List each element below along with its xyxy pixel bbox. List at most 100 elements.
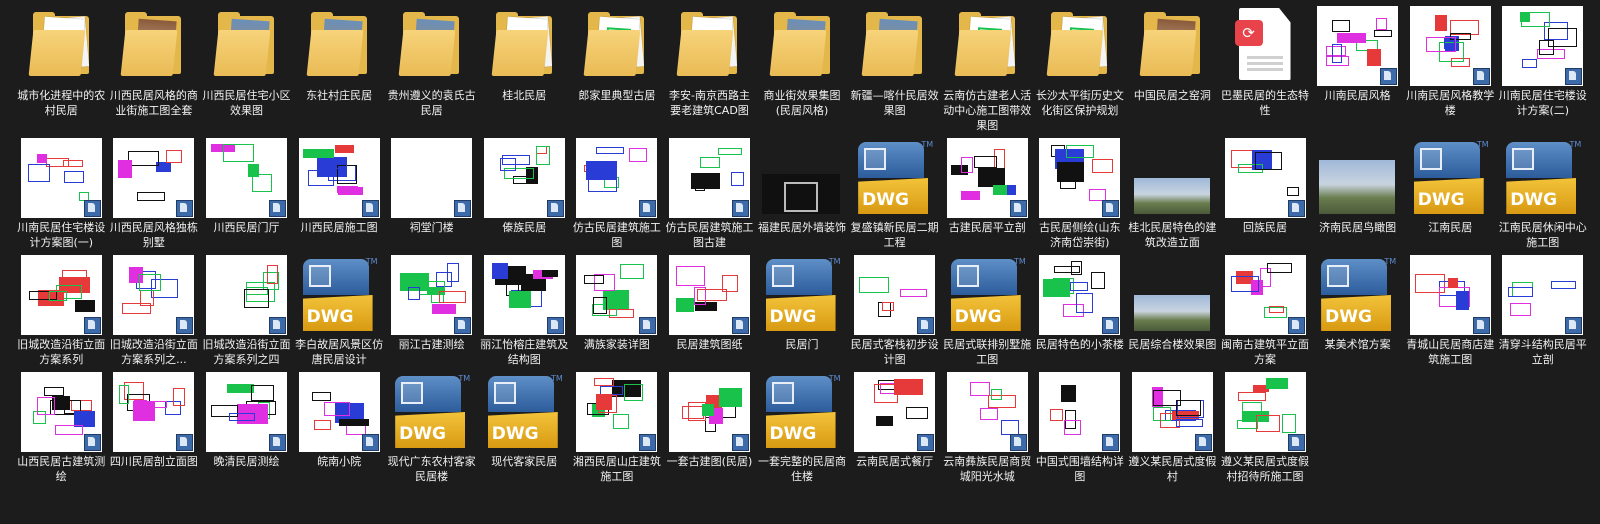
- file-item[interactable]: DWG TM 民居式联排别墅施工图: [941, 255, 1034, 372]
- file-item[interactable]: 川南民居住宅楼设计方案(二): [1497, 6, 1590, 138]
- file-item[interactable]: 四川民居剖立面图: [108, 372, 201, 510]
- file-item[interactable]: 川西民居住宅小区效果图: [200, 6, 293, 138]
- file-item[interactable]: DWG TM 江南民居休闲中心施工图: [1497, 138, 1590, 255]
- file-item[interactable]: 川南民居风格教学楼: [1404, 6, 1497, 138]
- drawing-mark: [1241, 402, 1262, 416]
- file-item[interactable]: 遵义某民居式度假村: [1126, 372, 1219, 510]
- cad-thumbnail: [391, 138, 473, 218]
- file-item[interactable]: DWG TM 现代广东农村客家民居楼: [385, 372, 478, 510]
- drawing-mark: [1266, 263, 1292, 273]
- image-thumbnail: [761, 138, 843, 218]
- drawing-mark: [584, 275, 605, 284]
- file-item[interactable]: 长沙太平街历史文化街区保护规划: [1034, 6, 1127, 138]
- file-item[interactable]: 闽南古建筑平立面方案: [1219, 255, 1312, 372]
- file-item[interactable]: 回族民居: [1219, 138, 1312, 255]
- file-item[interactable]: 丽江怡榕庄建筑及结构图: [478, 255, 571, 372]
- file-name: 清穿斗结构民居平立剖: [1498, 338, 1587, 366]
- file-item[interactable]: 商业街效果集图(民居风格): [756, 6, 849, 138]
- file-item[interactable]: 川南民居风格: [1311, 6, 1404, 138]
- file-item[interactable]: 湘西民居山庄建筑施工图: [571, 372, 664, 510]
- file-item[interactable]: 丽江古建测绘: [385, 255, 478, 372]
- file-item[interactable]: 满族家装详图: [571, 255, 664, 372]
- cad-thumbnail: [1409, 255, 1491, 335]
- file-item[interactable]: 仿古民居建筑施工图古建: [663, 138, 756, 255]
- file-type-badge-icon: [268, 200, 286, 217]
- file-type-badge-icon: [361, 434, 379, 451]
- file-name: 郎家里典型古居: [578, 89, 656, 102]
- file-item[interactable]: DWG TM 某美术馆方案: [1311, 255, 1404, 372]
- file-item[interactable]: 一套古建图(民居): [663, 372, 756, 510]
- file-item[interactable]: 云南民居式餐厅: [848, 372, 941, 510]
- file-item[interactable]: 清穿斗结构民居平立剖: [1497, 255, 1590, 372]
- file-item[interactable]: DWG TM 李白故居风景区仿唐民居设计: [293, 255, 386, 372]
- file-item[interactable]: DWG TM 一套完整的民居商住楼: [756, 372, 849, 510]
- file-item[interactable]: 祠堂门楼: [385, 138, 478, 255]
- drawing-mark: [173, 388, 186, 406]
- file-item[interactable]: 桂北民居: [478, 6, 571, 138]
- file-name: 古建民居平立剖: [948, 221, 1026, 234]
- file-item[interactable]: 旧城改造沿街立面方案系列之...: [108, 255, 201, 372]
- file-item[interactable]: 川西民居风格的商业街施工图全套: [108, 6, 201, 138]
- file-name: 福建民居外墙装饰: [758, 221, 847, 234]
- file-item[interactable]: DWG TM 复盛镇新民居二期工程: [848, 138, 941, 255]
- file-item[interactable]: 济南民居鸟瞰图: [1311, 138, 1404, 255]
- file-name: 旧城改造沿街立面方案系列之四: [202, 338, 291, 366]
- dwg-tm-text: TM: [828, 257, 841, 266]
- file-item[interactable]: 贵州遵义的袁氏古民居: [385, 6, 478, 138]
- file-item[interactable]: 旧城改造沿街立面方案系列之四: [200, 255, 293, 372]
- folder-icon: [484, 6, 565, 86]
- file-name: 民居式联排别墅施工图: [943, 338, 1032, 366]
- file-item[interactable]: 古民居侧绘(山东济南岱崇街): [1034, 138, 1127, 255]
- file-item[interactable]: 民居综合楼效果图: [1126, 255, 1219, 372]
- drawing-mark: [620, 264, 645, 279]
- file-item[interactable]: 李安-南京西路主要老建筑CAD图: [663, 6, 756, 138]
- drawing-mark: [1070, 282, 1089, 291]
- file-item[interactable]: 新疆—喀什民居效果图: [848, 6, 941, 138]
- file-type-badge-icon: [454, 200, 472, 217]
- file-item[interactable]: 川西民居施工图: [293, 138, 386, 255]
- file-item[interactable]: 山西民居古建筑测绘: [15, 372, 108, 510]
- file-item[interactable]: 川南民居住宅楼设计方案图(一): [15, 138, 108, 255]
- file-item[interactable]: DWG TM 江南民居: [1404, 138, 1497, 255]
- file-item[interactable]: DWG TM 民居门: [756, 255, 849, 372]
- file-item[interactable]: 中国民居之窑洞: [1126, 6, 1219, 138]
- drawing-mark: [122, 303, 152, 314]
- file-item[interactable]: 旧城改造沿街立面方案系列: [15, 255, 108, 372]
- file-item[interactable]: 民居建筑图纸: [663, 255, 756, 372]
- file-item[interactable]: 东社村庄民居: [293, 6, 386, 138]
- file-name: 云南仿古建老人活动中心施工图带效果图: [943, 89, 1032, 132]
- file-type-badge-icon: [1102, 434, 1120, 451]
- file-item[interactable]: 傣族民居: [478, 138, 571, 255]
- file-item[interactable]: 皖南小院: [293, 372, 386, 510]
- file-item[interactable]: 晚清民居测绘: [200, 372, 293, 510]
- file-item[interactable]: 云南彝族民居商贸城阳光水城: [941, 372, 1034, 510]
- file-name: 遵义某民居式度假村: [1128, 455, 1217, 483]
- dwg-file-icon: DWG TM: [1317, 255, 1398, 335]
- file-item[interactable]: 遵义某民居式度假村招待所施工图: [1219, 372, 1312, 510]
- file-item[interactable]: 仿古民居建筑施工图: [571, 138, 664, 255]
- file-item[interactable]: 青城山民居商店建筑施工图: [1404, 255, 1497, 372]
- drawing-mark: [1230, 276, 1259, 292]
- file-type-badge-icon: [176, 317, 194, 334]
- file-item[interactable]: 城市化进程中的农村民居: [15, 6, 108, 138]
- cad-thumbnail: [20, 138, 102, 218]
- file-item[interactable]: 桂北民居特色的建筑改造立面: [1126, 138, 1219, 255]
- file-item[interactable]: 郎家里典型古居: [571, 6, 664, 138]
- file-item[interactable]: 民居式客栈初步设计图: [848, 255, 941, 372]
- file-item[interactable]: 中国式围墙结构详图: [1034, 372, 1127, 510]
- file-item[interactable]: 川西民居风格独栋别墅: [108, 138, 201, 255]
- dwg-text: DWG: [306, 307, 354, 327]
- file-item[interactable]: DWG TM 现代客家民居: [478, 372, 571, 510]
- file-item[interactable]: 云南仿古建老人活动中心施工图带效果图: [941, 6, 1034, 138]
- file-item[interactable]: 福建民居外墙装饰: [756, 138, 849, 255]
- file-item[interactable]: 川西民居门厅: [200, 138, 293, 255]
- file-item[interactable]: 古建民居平立剖: [941, 138, 1034, 255]
- drawing-mark: [251, 174, 272, 192]
- drawing-mark: [596, 394, 613, 410]
- file-item[interactable]: 民居特色的小茶楼: [1034, 255, 1127, 372]
- dwg-box-shape: [1327, 265, 1350, 287]
- file-item[interactable]: ⟳ 巴墨民居的生态特性: [1219, 6, 1312, 138]
- drawing-mark: [302, 149, 334, 158]
- file-type-badge-icon: [1102, 317, 1120, 334]
- drawing-mark: [894, 379, 924, 395]
